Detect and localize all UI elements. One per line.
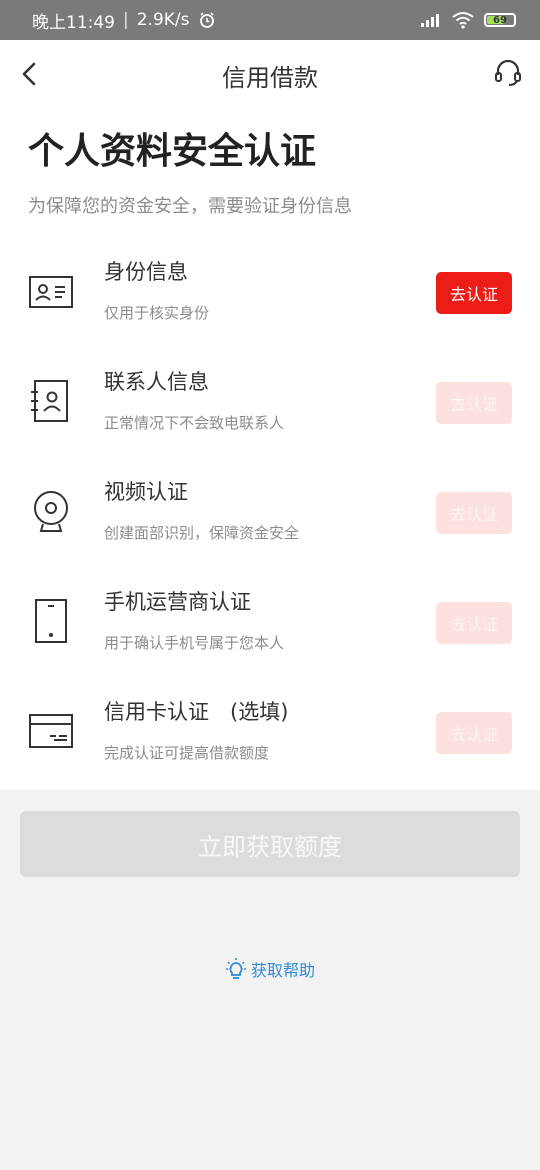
auth-item-credit-card[interactable]: 信用卡认证 (选填) 完成认证可提高借款额度 去认证 xyxy=(28,688,512,798)
help-label[interactable]: 获取帮助 xyxy=(251,957,315,981)
nav-bar: 信用借款 xyxy=(0,40,540,108)
auth-item-text: 手机运营商认证 用于确认手机号属于您本人 xyxy=(104,578,284,653)
page-header-title: 信用借款 xyxy=(222,64,318,92)
id-card-icon xyxy=(29,276,73,308)
webcam-icon xyxy=(34,491,68,532)
credit-card-icon xyxy=(29,714,73,748)
battery-level: 69 xyxy=(493,14,507,26)
auth-item-desc: 仅用于核实身份 xyxy=(104,304,210,322)
auth-item-text: 信用卡认证 (选填) 完成认证可提高借款额度 xyxy=(104,688,288,763)
status-separator: | xyxy=(123,10,129,30)
auth-item-desc: 用于确认手机号属于您本人 xyxy=(104,634,285,652)
auth-item-desc: 正常情况下不会致电联系人 xyxy=(104,414,285,432)
auth-item-title: 视频认证 xyxy=(104,480,188,504)
contact-book-icon xyxy=(31,380,68,422)
auth-item-carrier[interactable]: 手机运营商认证 用于确认手机号属于您本人 去认证 xyxy=(28,578,512,688)
phone-icon xyxy=(35,599,67,643)
signal-icon xyxy=(421,14,439,27)
auth-item-identity[interactable]: 身份信息 仅用于核实身份 去认证 xyxy=(28,248,512,358)
status-left: 晚上11:49 | 2.9K/s xyxy=(32,8,216,33)
status-right: 69 xyxy=(420,11,516,29)
verify-button[interactable]: 去认证 xyxy=(436,272,512,314)
auth-list: 身份信息 仅用于核实身份 去认证 联系人信息 正常情况下不会致电联系人 去认证 xyxy=(28,248,512,798)
help-link[interactable]: 获取帮助 xyxy=(0,957,540,981)
auth-item-desc: 完成认证可提高借款额度 xyxy=(104,744,270,762)
verify-button[interactable]: 去认证 xyxy=(436,382,512,424)
auth-item-text: 视频认证 创建面部识别，保障资金安全 xyxy=(104,468,299,543)
get-credit-button[interactable]: 立即获取额度 xyxy=(20,811,520,877)
auth-content: 个人资料安全认证 为保障您的资金安全，需要验证身份信息 身份信息 仅用于核实身份… xyxy=(0,108,540,790)
status-bar: 晚上11:49 | 2.9K/s 69 xyxy=(0,0,540,40)
auth-item-title: 手机运营商认证 xyxy=(104,590,251,614)
verify-button[interactable]: 去认证 xyxy=(436,602,512,644)
auth-item-contacts[interactable]: 联系人信息 正常情况下不会致电联系人 去认证 xyxy=(28,358,512,468)
headset-icon[interactable] xyxy=(494,58,522,88)
auth-item-title: 联系人信息 xyxy=(104,370,209,394)
page-title: 个人资料安全认证 xyxy=(28,131,317,172)
lightbulb-icon xyxy=(225,958,246,979)
auth-item-title: 身份信息 xyxy=(104,260,188,284)
alarm-icon xyxy=(199,12,214,28)
network-speed: 2.9K/s xyxy=(136,10,190,30)
wifi-icon xyxy=(452,12,474,29)
auth-item-text: 身份信息 仅用于核实身份 xyxy=(104,248,209,323)
verify-button[interactable]: 去认证 xyxy=(436,712,512,754)
auth-item-desc: 创建面部识别，保障资金安全 xyxy=(104,524,300,542)
battery-icon: 69 xyxy=(484,13,516,27)
page-subtitle: 为保障您的资金安全，需要验证身份信息 xyxy=(28,196,352,217)
auth-item-text: 联系人信息 正常情况下不会致电联系人 xyxy=(104,358,284,433)
auth-item-title: 信用卡认证 (选填) xyxy=(104,700,289,724)
status-time: 晚上11:49 xyxy=(32,12,115,33)
auth-item-video[interactable]: 视频认证 创建面部识别，保障资金安全 去认证 xyxy=(28,468,512,578)
verify-button[interactable]: 去认证 xyxy=(436,492,512,534)
